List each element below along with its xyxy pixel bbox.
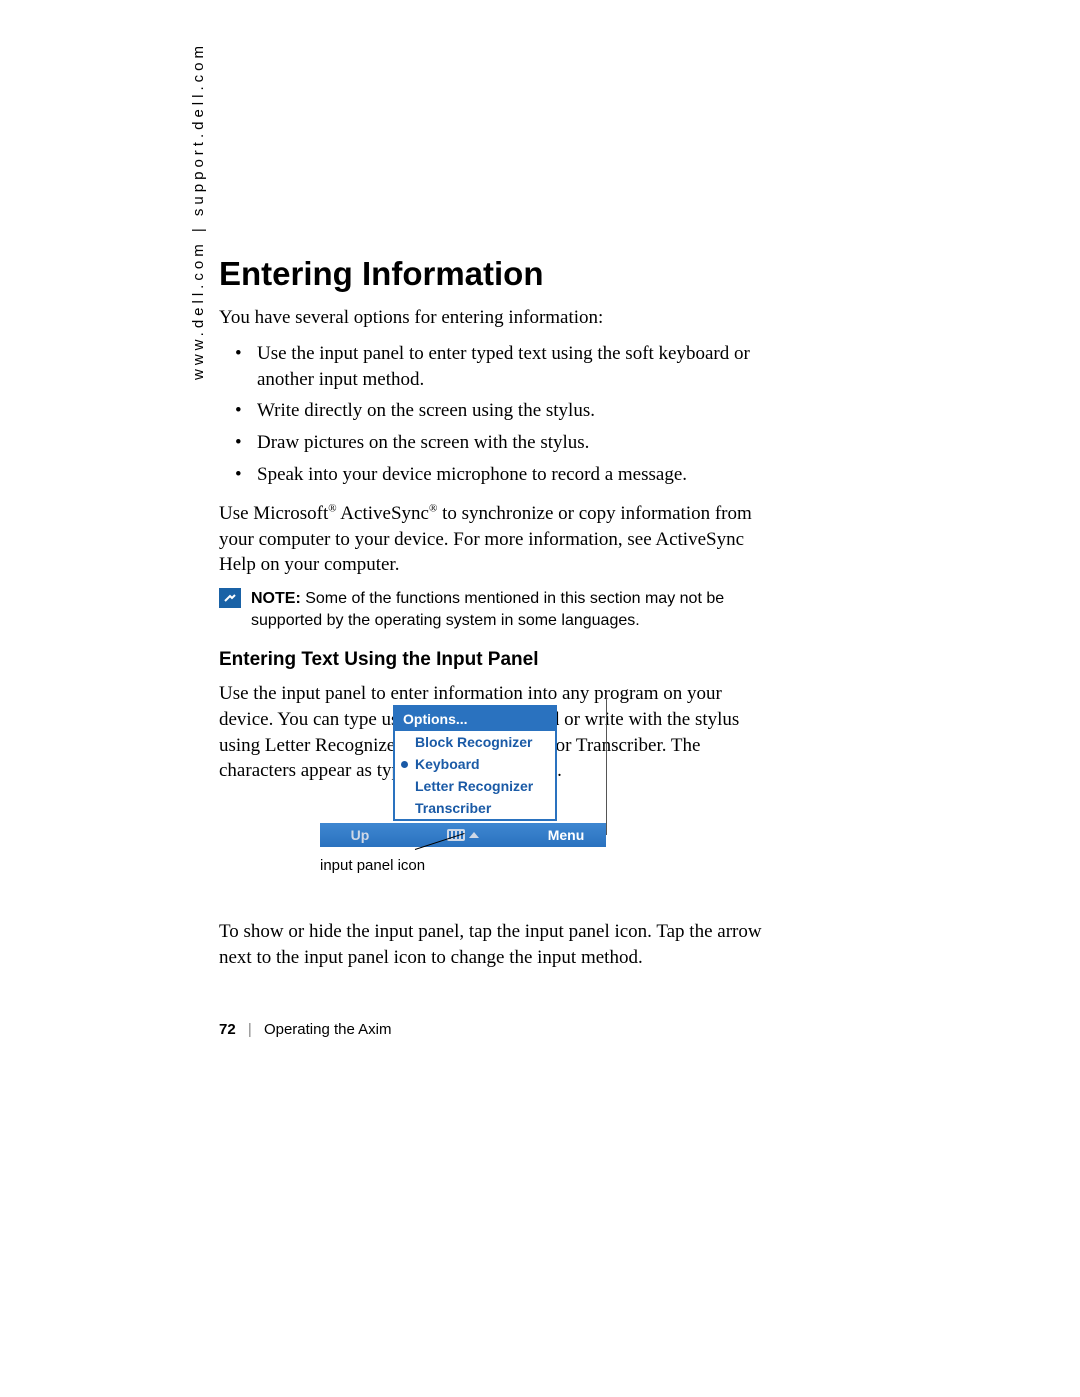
input-panel-button[interactable] [400,829,526,841]
popup-item-block-recognizer[interactable]: Block Recognizer [395,731,555,753]
input-method-popup: Options... Block Recognizer Keyboard Let… [393,705,557,821]
popup-item-keyboard[interactable]: Keyboard [395,753,555,775]
registered-icon: ® [328,503,336,515]
page-footer: 72 | Operating the Axim [219,1021,392,1038]
bullet-item: Draw pictures on the screen with the sty… [257,430,779,456]
side-url-text: www.dell.com | support.dell.com [190,42,207,380]
popup-header[interactable]: Options... [395,707,555,731]
note-text: NOTE: Some of the functions mentioned in… [251,588,779,631]
menu-button[interactable]: Menu [526,827,606,843]
bullet-item: Use the input panel to enter typed text … [257,341,779,392]
bullet-item: Speak into your device microphone to rec… [257,462,779,488]
sync-text-pre: Use Microsoft [219,503,328,524]
after-figure-paragraph: To show or hide the input panel, tap the… [219,919,779,970]
popup-item-transcriber[interactable]: Transcriber [395,797,555,819]
up-button[interactable]: Up [320,827,400,843]
note-block: NOTE: Some of the functions mentioned in… [219,588,779,631]
note-icon [219,588,241,608]
popup-item-letter-recognizer[interactable]: Letter Recognizer [395,775,555,797]
note-body: Some of the functions mentioned in this … [251,590,724,629]
sync-paragraph: Use Microsoft® ActiveSync® to synchroniz… [219,501,779,578]
page-heading: Entering Information [219,255,779,293]
callout-label: input panel icon [320,857,425,874]
bullet-item: Write directly on the screen using the s… [257,398,779,424]
arrow-up-icon [469,832,479,838]
footer-title: Operating the Axim [264,1021,392,1038]
sync-text-mid: ActiveSync [337,503,429,524]
note-label: NOTE: [251,590,301,607]
bottom-bar: Up Menu [320,823,606,847]
scroll-rule [606,695,607,835]
intro-text: You have several options for entering in… [219,307,779,329]
bullet-list: Use the input panel to enter typed text … [219,341,779,487]
page-number: 72 [219,1021,236,1038]
sub-heading: Entering Text Using the Input Panel [219,649,779,671]
footer-divider: | [248,1021,252,1038]
document-page: www.dell.com | support.dell.com Entering… [0,0,1080,1397]
